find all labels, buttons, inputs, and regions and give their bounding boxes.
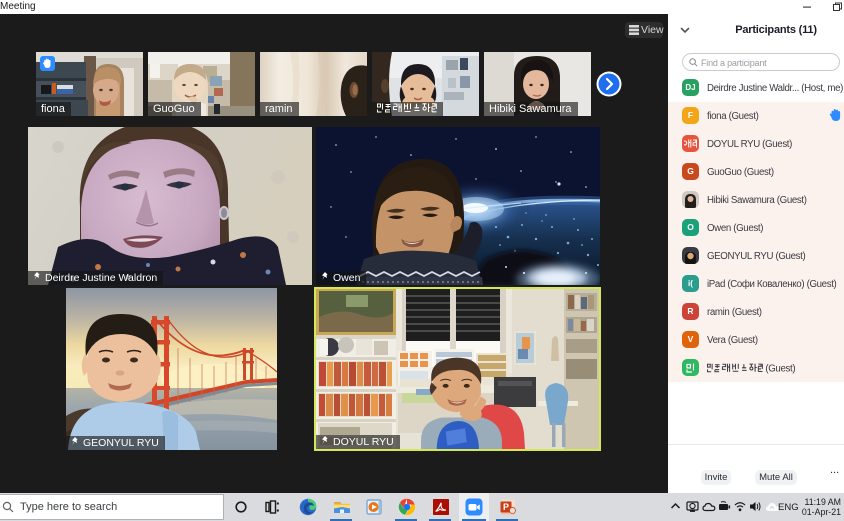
svg-text:P: P [503,502,509,512]
